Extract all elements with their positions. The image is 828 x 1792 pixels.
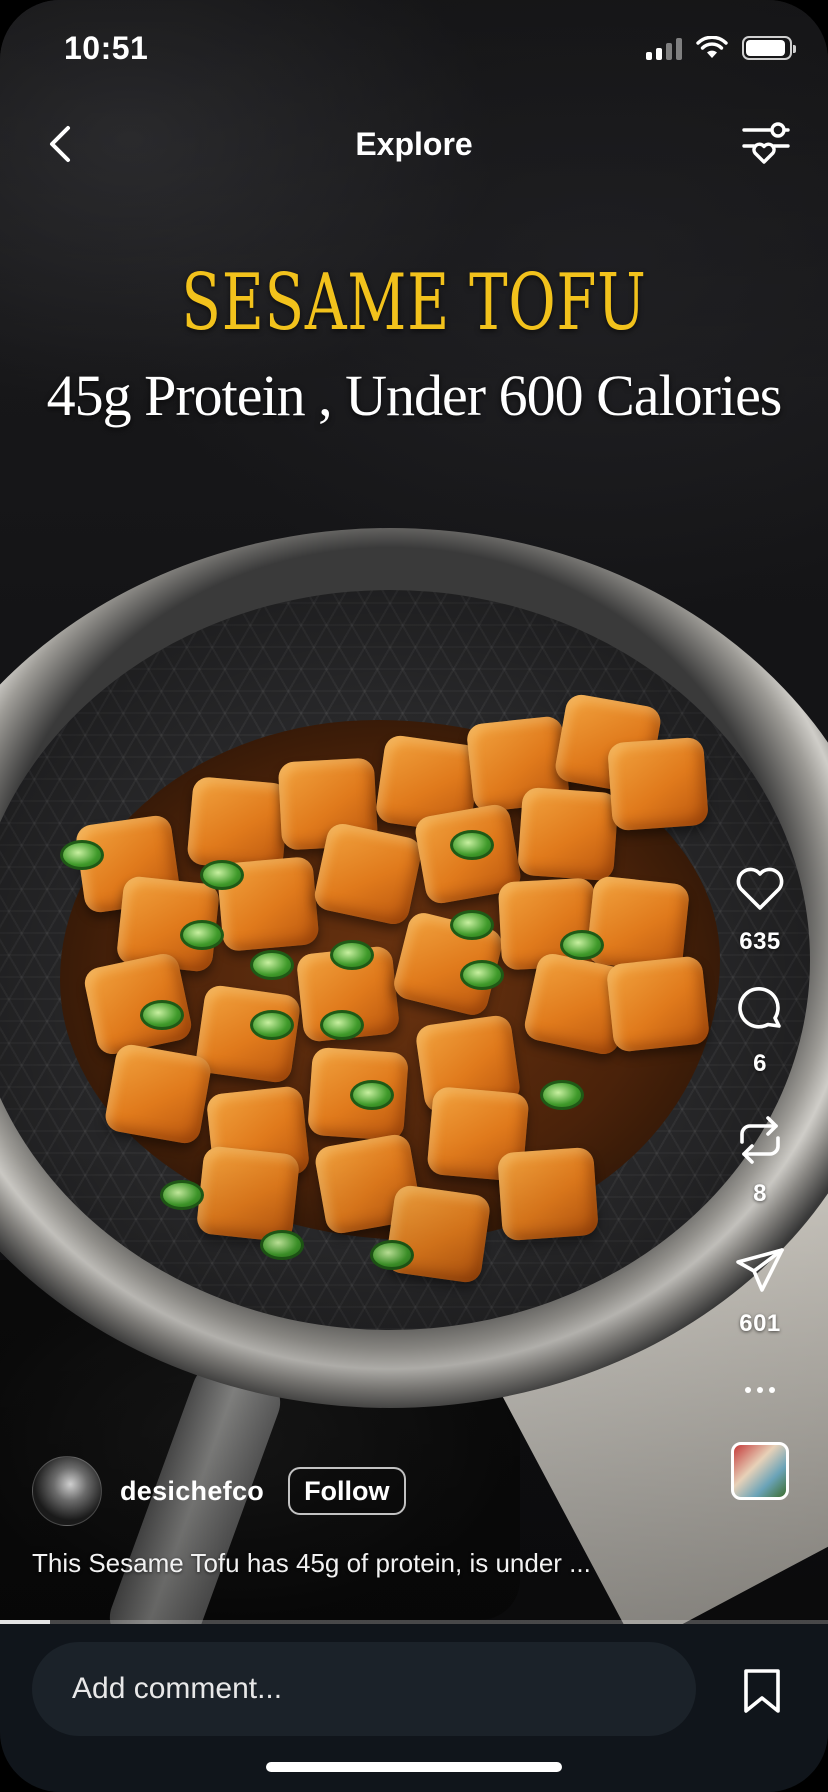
comment-count: 6 (753, 1050, 767, 1077)
battery-icon (742, 36, 796, 60)
author-username[interactable]: desichefco (120, 1476, 264, 1507)
audio-thumbnail[interactable] (731, 1442, 789, 1500)
repost-count: 8 (753, 1180, 767, 1207)
share-button[interactable]: 601 (732, 1242, 788, 1338)
sliders-heart-icon[interactable] (740, 118, 792, 170)
comment-bar: Add comment... (0, 1624, 828, 1792)
status-bar: 10:51 (0, 0, 828, 100)
cellular-signal-icon (646, 36, 682, 60)
like-button[interactable]: 635 (732, 860, 788, 956)
top-nav: Explore (0, 108, 828, 184)
status-time: 10:51 (64, 30, 149, 66)
repost-button[interactable]: 8 (732, 1112, 788, 1208)
comment-bubble-icon (738, 987, 781, 1029)
heart-icon (736, 867, 784, 910)
home-indicator (266, 1762, 562, 1772)
more-options-button[interactable] (732, 1378, 788, 1402)
reel-video[interactable] (0, 0, 828, 1626)
paper-plane-icon (736, 1248, 784, 1292)
add-comment-input[interactable]: Add comment... (32, 1642, 696, 1736)
more-dots-icon (745, 1387, 751, 1393)
page-title: Explore (355, 126, 473, 162)
avatar[interactable] (32, 1456, 102, 1526)
wifi-icon (696, 36, 728, 58)
post-caption[interactable]: This Sesame Tofu has 45g of protein, is … (32, 1548, 672, 1579)
action-rail: 635 6 8 601 (710, 860, 810, 1500)
repost-icon (740, 1116, 780, 1164)
comment-button[interactable]: 6 (732, 982, 788, 1078)
share-count: 601 (739, 1310, 781, 1337)
video-overlay-subtitle: 45g Protein , Under 600 Calories (46, 363, 783, 428)
status-icons (646, 36, 796, 60)
author-row: desichefco Follow (32, 1456, 406, 1526)
follow-button[interactable]: Follow (288, 1467, 406, 1515)
bookmark-icon[interactable] (740, 1668, 784, 1714)
like-count: 635 (739, 928, 781, 955)
reel-screen: 10:51 Explore SESAME TOFU 45g Protein , … (0, 0, 828, 1792)
video-overlay-title: SESAME TOFU (181, 258, 647, 348)
